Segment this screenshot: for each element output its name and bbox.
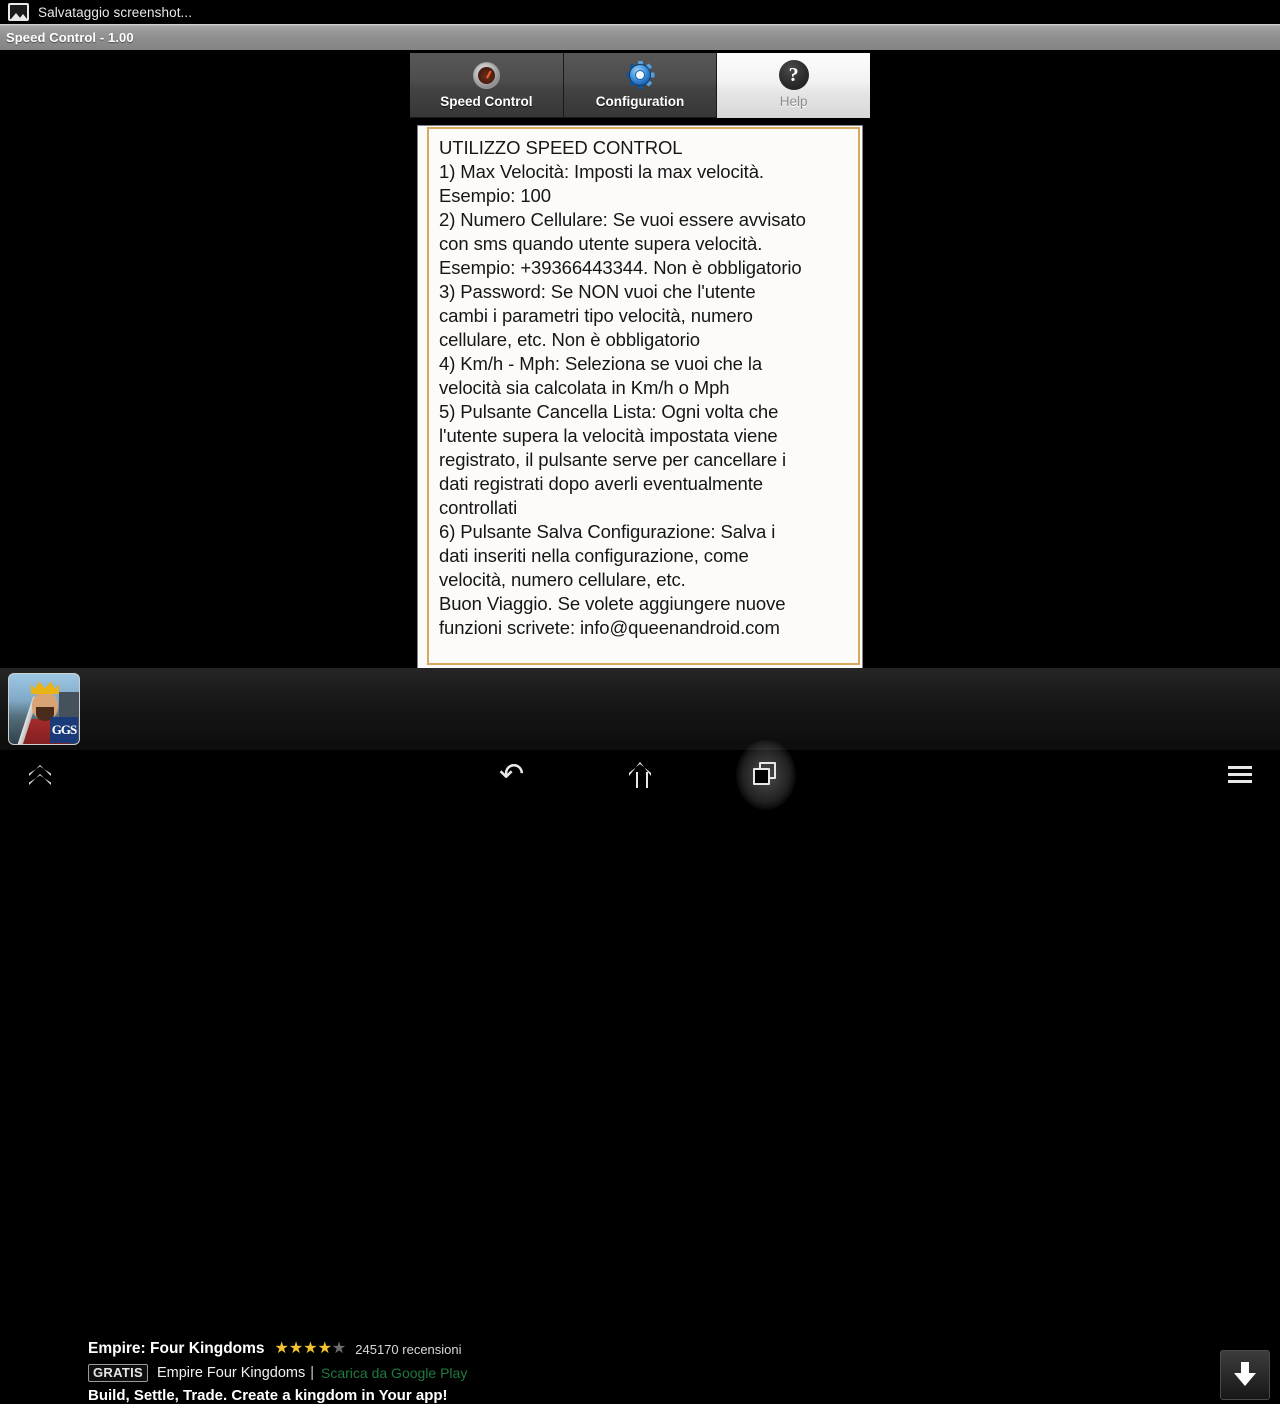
gear-icon — [626, 60, 655, 90]
status-bar-text: Salvataggio screenshot... — [38, 4, 193, 20]
empire-four-kingdoms-app-icon: GGS — [8, 673, 80, 745]
screenshot-image-icon — [8, 3, 29, 21]
ad-title: Empire: Four Kingdoms — [88, 1340, 265, 1357]
download-button[interactable] — [1220, 1350, 1270, 1400]
tab-bar: Speed Control Configuration ? Help — [410, 53, 871, 118]
help-panel-inner-frame: UTILIZZO SPEED CONTROL 1) Max Velocità: … — [427, 127, 860, 665]
free-badge: GRATIS — [88, 1364, 148, 1382]
menu-icon — [1228, 766, 1252, 784]
system-nav-bar: ↶ — [0, 740, 1280, 810]
ad-review-count: 245170 recensioni — [355, 1341, 462, 1357]
menu-button[interactable] — [1210, 750, 1270, 800]
tab-help[interactable]: ? Help — [717, 53, 871, 118]
app-title-bar: Speed Control - 1.00 — [0, 24, 1280, 50]
android-screen: Salvataggio screenshot... Speed Control … — [0, 0, 1280, 1404]
collapse-button[interactable] — [10, 750, 70, 800]
tab-speed-control-label: Speed Control — [440, 94, 533, 109]
tab-help-label: Help — [779, 94, 808, 109]
recent-apps-icon — [753, 762, 779, 788]
google-play-link[interactable]: Scarica da Google Play — [321, 1365, 467, 1381]
tab-configuration-label: Configuration — [595, 94, 685, 109]
back-button[interactable]: ↶ — [480, 750, 544, 800]
status-bar: Salvataggio screenshot... — [0, 0, 1280, 24]
star-rating-icon: ★★★★★ — [274, 1340, 347, 1357]
ad-subtitle-row: GRATIS Empire Four Kingdoms | Scarica da… — [88, 1363, 467, 1383]
ad-description: Build, Settle, Trade. Create a kingdom i… — [88, 1387, 448, 1404]
ad-headline-row: Empire: Four Kingdoms ★★★★★ 245170 recen… — [88, 1339, 462, 1359]
ad-banner[interactable]: GGS Empire: Four Kingdoms ★★★★★ 245170 r… — [0, 668, 1280, 1404]
ggs-logo-icon: GGS — [50, 717, 78, 743]
ad-separator: | — [310, 1365, 315, 1381]
download-arrow-icon — [1234, 1362, 1256, 1388]
recent-apps-button[interactable] — [720, 740, 812, 810]
speedometer-icon — [472, 60, 500, 90]
app-title: Speed Control - 1.00 — [6, 30, 134, 45]
back-icon: ↶ — [499, 757, 525, 792]
tab-speed-control[interactable]: Speed Control — [410, 53, 564, 118]
question-mark-icon: ? — [778, 60, 809, 90]
ad-subtitle: Empire Four Kingdoms — [156, 1365, 306, 1381]
home-button[interactable] — [608, 750, 672, 800]
help-text: UTILIZZO SPEED CONTROL 1) Max Velocità: … — [439, 137, 806, 638]
help-content-panel: UTILIZZO SPEED CONTROL 1) Max Velocità: … — [418, 126, 862, 668]
collapse-icon — [26, 766, 54, 784]
home-icon — [629, 762, 651, 788]
tab-configuration[interactable]: Configuration — [563, 53, 718, 118]
